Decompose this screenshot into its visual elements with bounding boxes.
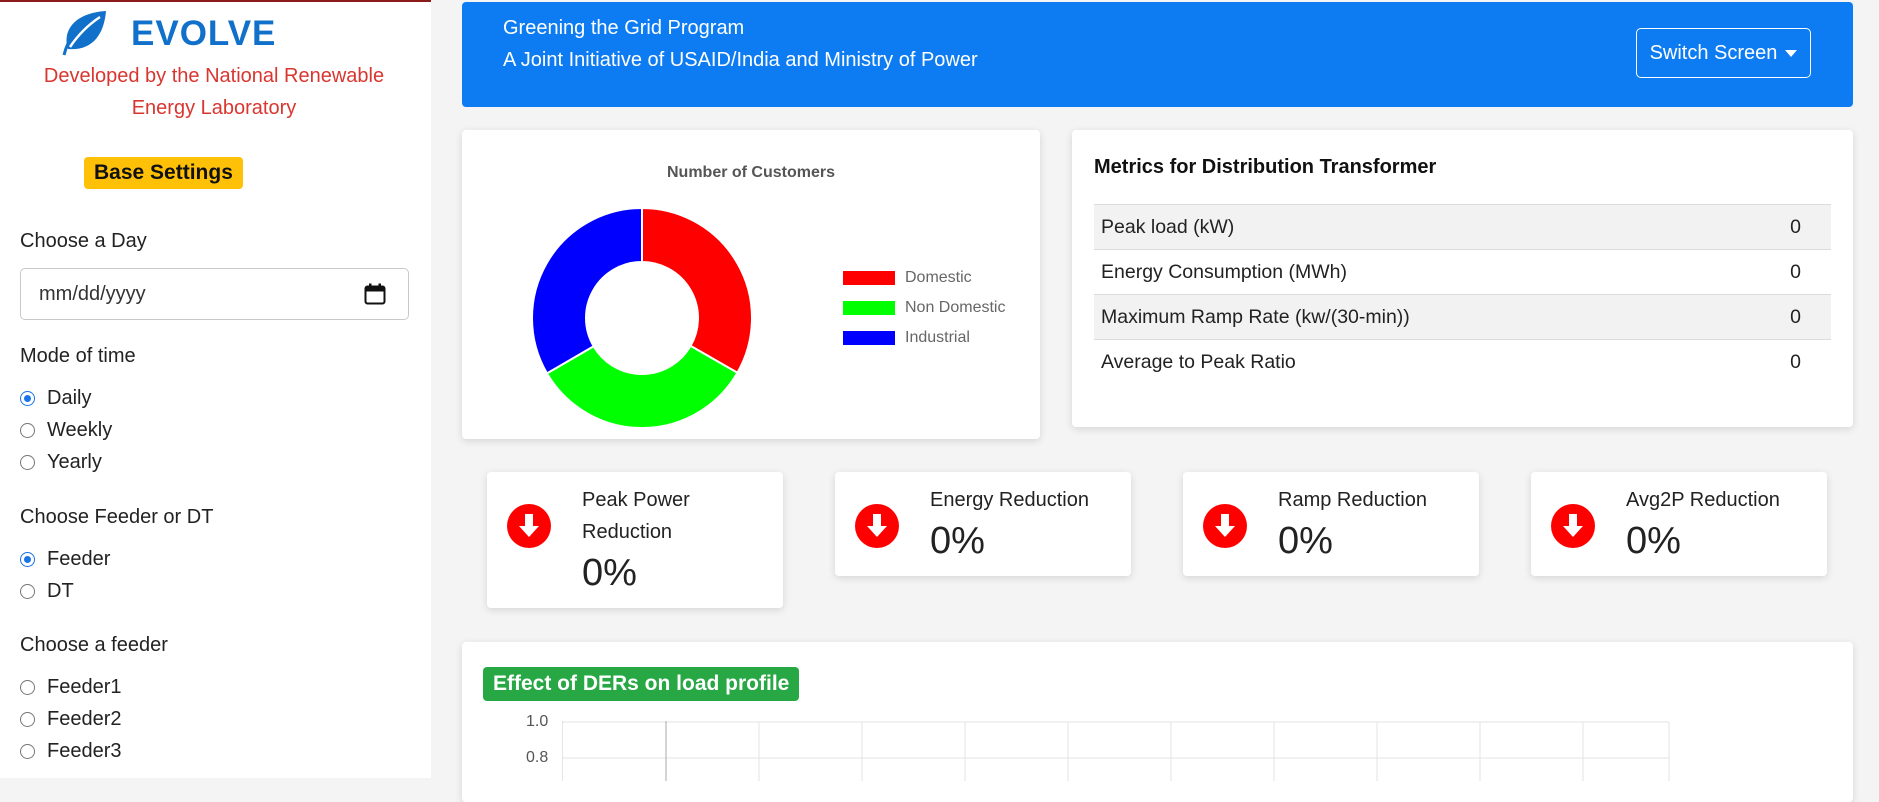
metric-value: 0 <box>1734 339 1831 384</box>
date-placeholder: mm/dd/yyyy <box>39 283 146 305</box>
radio-button[interactable] <box>20 552 35 567</box>
donut-slice-industrial[interactable] <box>532 206 643 375</box>
radio-feeder[interactable]: Feeder <box>20 548 110 571</box>
table-row: Maximum Ramp Rate (kw/(30-min)) 0 <box>1094 294 1831 340</box>
legend-swatch <box>843 301 895 315</box>
program-title: Greening the Grid Program <box>503 17 745 39</box>
arrow-down-circle-icon <box>855 504 899 553</box>
kpi-energy: Energy Reduction 0% <box>835 472 1131 576</box>
metric-label: Energy Consumption (MWh) <box>1094 249 1734 295</box>
arrow-down-circle-icon <box>1551 504 1595 553</box>
legend-label: Non Domestic <box>905 299 1006 316</box>
radio-label: Daily <box>47 387 92 409</box>
kpi-label: Energy Reduction <box>930 489 1089 511</box>
radio-label: Weekly <box>47 419 113 441</box>
metric-label: Peak load (kW) <box>1094 204 1734 250</box>
feeder-dt-label: Choose Feeder or DT <box>20 506 214 528</box>
metric-value: 0 <box>1734 204 1831 250</box>
kpi-value: 0% <box>1278 520 1333 562</box>
radio-label: Feeder1 <box>47 676 122 698</box>
date-input[interactable]: mm/dd/yyyy <box>20 268 409 320</box>
legend-swatch <box>843 271 895 285</box>
feeder-label: Choose a feeder <box>20 634 168 656</box>
donut-slice-domestic[interactable] <box>641 206 752 375</box>
radio-label: Feeder3 <box>47 740 122 762</box>
radio-label: DT <box>47 580 74 602</box>
switch-screen-button[interactable]: Switch Screen <box>1636 28 1811 78</box>
kpi-label: Ramp Reduction <box>1278 489 1427 511</box>
donut-chart <box>532 206 752 429</box>
day-label: Choose a Day <box>20 230 147 252</box>
legend-label: Domestic <box>905 269 972 286</box>
metric-label: Average to Peak Ratio <box>1094 339 1734 384</box>
chart-title: Number of Customers <box>666 164 836 181</box>
calendar-icon[interactable] <box>364 283 386 310</box>
legend-item-industrial[interactable]: Industrial <box>843 329 970 347</box>
metric-value: 0 <box>1734 294 1831 340</box>
switch-screen-label: Switch Screen <box>1649 41 1778 64</box>
kpi-label: Avg2P Reduction <box>1626 489 1780 511</box>
metrics-card: Metrics for Distribution Transformer Pea… <box>1072 130 1853 427</box>
kpi-peak-power: Peak Power Reduction 0% <box>487 472 783 608</box>
caret-down-icon <box>1785 49 1798 57</box>
radio-yearly[interactable]: Yearly <box>20 451 102 474</box>
legend-swatch <box>843 331 895 345</box>
load-profile-plot <box>562 721 1670 781</box>
metrics-title: Metrics for Distribution Transformer <box>1094 156 1437 178</box>
radio-label: Yearly <box>47 451 102 473</box>
y-tick-label: 0.8 <box>526 749 549 766</box>
kpi-value: 0% <box>930 520 985 562</box>
radio-button[interactable] <box>20 744 35 759</box>
customers-chart-card: Number of Customers Domestic Non Domesti… <box>462 130 1040 439</box>
legend-label: Industrial <box>905 329 970 346</box>
radio-daily[interactable]: Daily <box>20 387 91 410</box>
metric-value: 0 <box>1734 249 1831 295</box>
legend-item-non-domestic[interactable]: Non Domestic <box>843 299 1005 317</box>
arrow-down-circle-icon <box>507 504 551 553</box>
radio-label: Feeder <box>47 548 111 570</box>
metric-label: Maximum Ramp Rate (kw/(30-min)) <box>1094 294 1734 340</box>
kpi-avg2p: Avg2P Reduction 0% <box>1531 472 1827 576</box>
radio-weekly[interactable]: Weekly <box>20 419 112 442</box>
radio-feeder3[interactable]: Feeder3 <box>20 740 122 763</box>
radio-button[interactable] <box>20 423 35 438</box>
mode-label: Mode of time <box>20 345 136 367</box>
sidebar: EVOLVE Developed by the National Renewab… <box>0 0 431 778</box>
header-banner: Greening the Grid Program A Joint Initia… <box>462 2 1853 107</box>
base-settings-button[interactable]: Base Settings <box>84 157 243 189</box>
load-profile-card: Effect of DERs on load profile 1.0 0.8 <box>462 642 1853 802</box>
arrow-down-circle-icon <box>1203 504 1247 553</box>
radio-button[interactable] <box>20 455 35 470</box>
donut-slice-non-domestic[interactable] <box>545 344 739 429</box>
radio-button[interactable] <box>20 584 35 599</box>
radio-button[interactable] <box>20 680 35 695</box>
radio-feeder1[interactable]: Feeder1 <box>20 676 122 699</box>
table-row: Average to Peak Ratio 0 <box>1094 339 1831 384</box>
kpi-label: Peak Power Reduction <box>582 489 690 543</box>
radio-feeder2[interactable]: Feeder2 <box>20 708 122 731</box>
table-row: Energy Consumption (MWh) 0 <box>1094 249 1831 295</box>
brand-logo <box>58 10 108 60</box>
kpi-value: 0% <box>582 552 637 594</box>
kpi-ramp: Ramp Reduction 0% <box>1183 472 1479 576</box>
brand-name: EVOLVE <box>131 14 277 53</box>
radio-dt[interactable]: DT <box>20 580 74 603</box>
developer-credit: Developed by the National Renewable Ener… <box>43 65 385 119</box>
radio-label: Feeder2 <box>47 708 122 730</box>
legend-item-domestic[interactable]: Domestic <box>843 269 972 287</box>
program-subtitle: A Joint Initiative of USAID/India and Mi… <box>503 49 978 71</box>
table-row: Peak load (kW) 0 <box>1094 204 1831 250</box>
radio-button[interactable] <box>20 391 35 406</box>
leaf-icon <box>58 9 108 62</box>
radio-button[interactable] <box>20 712 35 727</box>
y-tick-label: 1.0 <box>526 713 549 730</box>
load-profile-title: Effect of DERs on load profile <box>483 667 800 701</box>
kpi-value: 0% <box>1626 520 1681 562</box>
metrics-table: Peak load (kW) 0 Energy Consumption (MWh… <box>1094 204 1831 384</box>
